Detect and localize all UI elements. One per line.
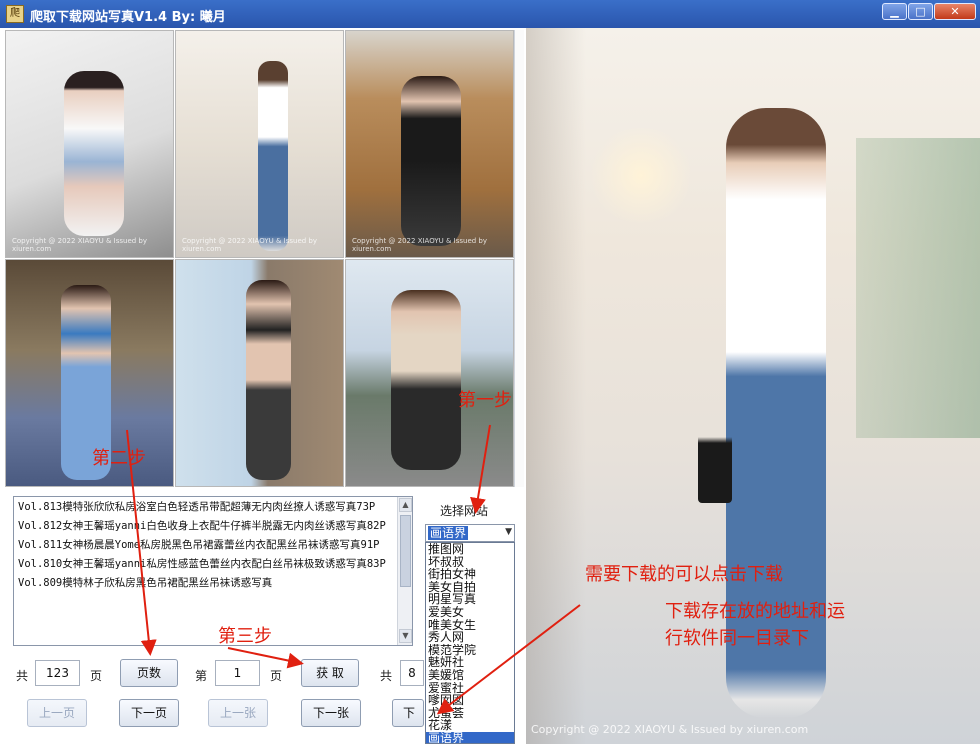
step2-arrow (126, 429, 157, 656)
annotation-arrows (126, 424, 581, 715)
step3-arrow (227, 647, 304, 669)
download-arrow (436, 604, 581, 715)
step1-arrow (470, 424, 491, 514)
